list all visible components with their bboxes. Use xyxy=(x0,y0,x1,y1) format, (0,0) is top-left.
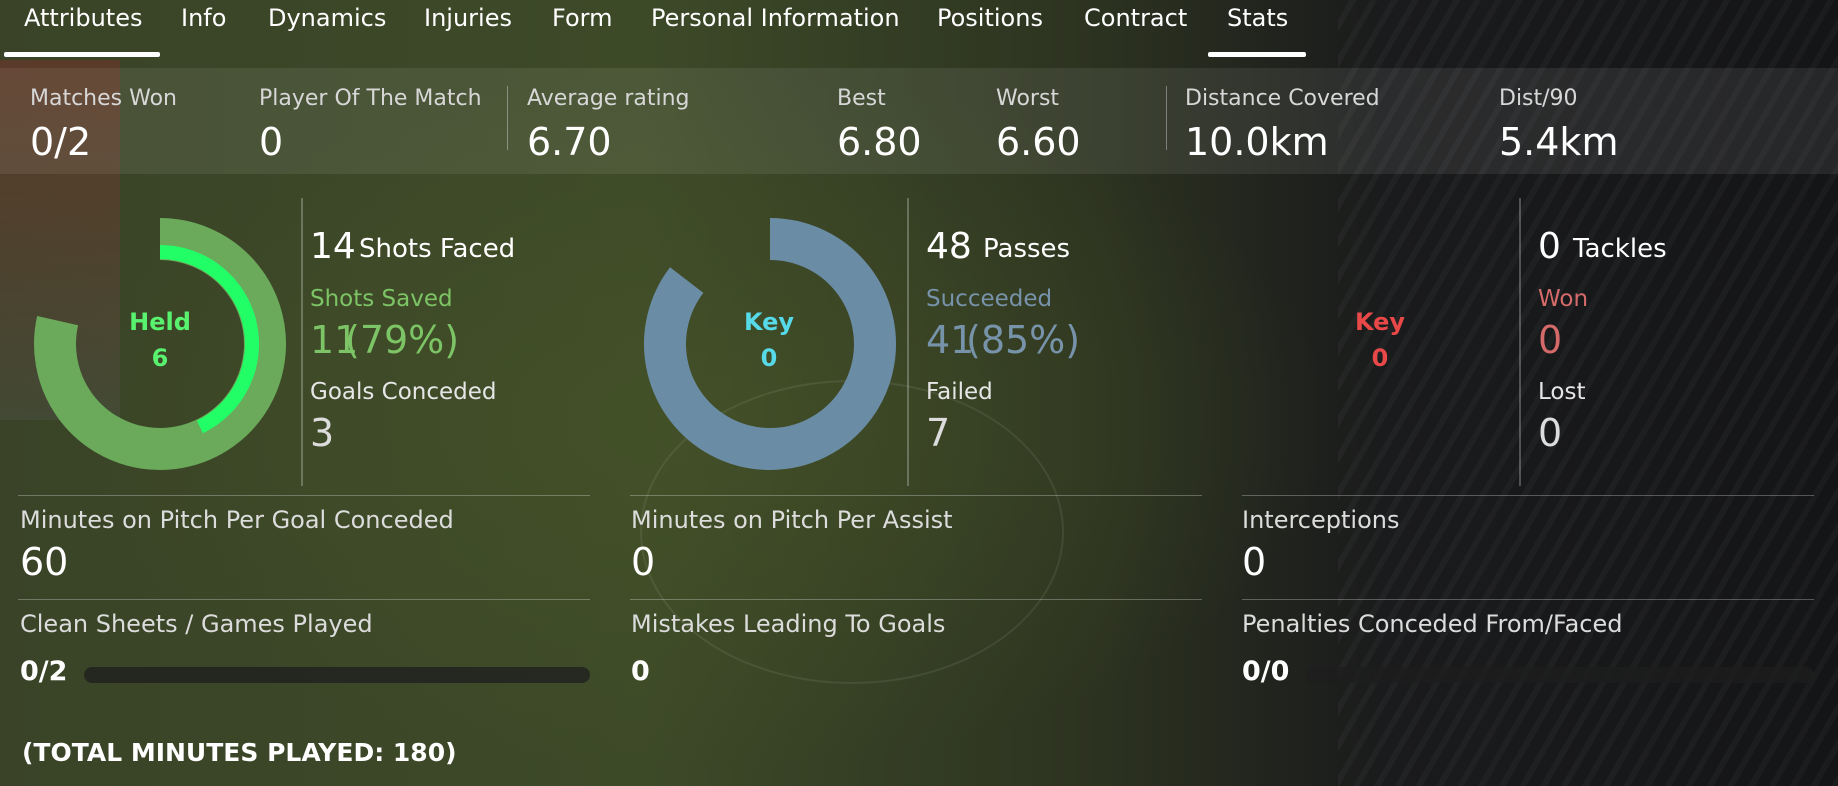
mistakes-value: 0 xyxy=(631,656,650,687)
tackles-won-label: Won xyxy=(1538,286,1589,312)
total-minutes-played: (TOTAL MINUTES PLAYED: 180) xyxy=(22,738,457,767)
goals-conceded-value: 3 xyxy=(310,411,335,455)
row-divider xyxy=(630,599,1202,600)
key-passes-donut-title: Key xyxy=(743,308,795,336)
passes-label: Passes xyxy=(983,234,1071,264)
best-rating-label: Best xyxy=(837,86,886,111)
tab-positions[interactable]: Positions xyxy=(937,4,1043,32)
tab-stats[interactable]: Stats xyxy=(1227,4,1288,32)
row-divider xyxy=(1242,495,1814,496)
tackles-count: 0 xyxy=(1538,226,1561,267)
key-tackles-donut-value: 0 xyxy=(1371,344,1389,372)
worst-rating-label: Worst xyxy=(996,86,1060,111)
penalties-bar xyxy=(1306,667,1814,683)
summary-divider xyxy=(507,86,508,150)
tab-form[interactable]: Form xyxy=(552,4,612,32)
shots-saved-percent: (79%) xyxy=(345,318,460,362)
shots-faced-count: 14 xyxy=(310,226,356,267)
mins-per-assist-value: 0 xyxy=(631,540,656,584)
penalties-label: Penalties Conceded From/Faced xyxy=(1242,610,1623,638)
goals-conceded-label: Goals Conceded xyxy=(310,379,497,405)
row-divider xyxy=(630,495,1202,496)
tackling-divider xyxy=(1519,198,1521,486)
shots-saved-label: Shots Saved xyxy=(310,286,453,312)
worst-rating-value: 6.60 xyxy=(996,120,1081,164)
key-tackles-donut-title: Key xyxy=(1354,308,1406,336)
row-divider xyxy=(18,495,590,496)
key-passes-donut-value: 0 xyxy=(760,344,778,372)
tab-dynamics[interactable]: Dynamics xyxy=(268,4,386,32)
average-rating-value: 6.70 xyxy=(527,120,612,164)
clean-sheets-label: Clean Sheets / Games Played xyxy=(20,610,373,638)
row-divider xyxy=(18,599,590,600)
matches-won-value: 0/2 xyxy=(30,120,92,164)
best-rating-value: 6.80 xyxy=(837,120,922,164)
row-divider xyxy=(1242,599,1814,600)
interceptions-label: Interceptions xyxy=(1242,506,1400,534)
goalkeeping-divider xyxy=(301,198,303,486)
player-of-match-value: 0 xyxy=(259,120,284,164)
tab-info[interactable]: Info xyxy=(181,4,226,32)
tab-contract[interactable]: Contract xyxy=(1084,4,1187,32)
mins-per-goal-conceded-value: 60 xyxy=(20,540,69,584)
mistakes-label: Mistakes Leading To Goals xyxy=(631,610,946,638)
penalties-value: 0/0 xyxy=(1242,656,1290,687)
mins-per-goal-conceded-label: Minutes on Pitch Per Goal Conceded xyxy=(20,506,454,534)
clean-sheets-value: 0/2 xyxy=(20,656,68,687)
passes-count: 48 xyxy=(926,226,972,267)
distance-covered-label: Distance Covered xyxy=(1185,86,1380,111)
tab-stats-underline xyxy=(1208,52,1306,57)
summary-divider xyxy=(1166,86,1167,150)
passes-failed-label: Failed xyxy=(926,379,993,405)
passing-divider xyxy=(907,198,909,486)
tackles-lost-value: 0 xyxy=(1538,411,1563,455)
clean-sheets-bar xyxy=(84,667,590,683)
passes-succeeded-percent: (85%) xyxy=(966,318,1081,362)
tab-bar: Attributes Info Dynamics Injuries Form P… xyxy=(0,0,1838,60)
tab-personal-information[interactable]: Personal Information xyxy=(651,4,900,32)
tackles-lost-label: Lost xyxy=(1538,379,1586,405)
summary-strip: Matches Won 0/2 Player Of The Match 0 Av… xyxy=(0,68,1838,174)
dist-per-90-value: 5.4km xyxy=(1499,120,1619,164)
interceptions-value: 0 xyxy=(1242,540,1267,584)
passes-failed-value: 7 xyxy=(926,411,951,455)
tackles-won-value: 0 xyxy=(1538,318,1563,362)
tab-attributes-underline xyxy=(4,52,160,57)
passes-succeeded-label: Succeeded xyxy=(926,286,1053,312)
tab-attributes[interactable]: Attributes xyxy=(24,4,142,32)
average-rating-label: Average rating xyxy=(527,86,690,111)
matches-won-label: Matches Won xyxy=(30,86,177,111)
held-donut-title: Held xyxy=(129,308,191,336)
distance-covered-value: 10.0km xyxy=(1185,120,1329,164)
tackles-label: Tackles xyxy=(1573,234,1667,264)
shots-faced-label: Shots Faced xyxy=(359,234,516,264)
player-of-match-label: Player Of The Match xyxy=(259,86,482,111)
tab-injuries[interactable]: Injuries xyxy=(424,4,512,32)
dist-per-90-label: Dist/90 xyxy=(1499,86,1578,111)
held-donut-value: 6 xyxy=(151,344,169,372)
mins-per-assist-label: Minutes on Pitch Per Assist xyxy=(631,506,953,534)
